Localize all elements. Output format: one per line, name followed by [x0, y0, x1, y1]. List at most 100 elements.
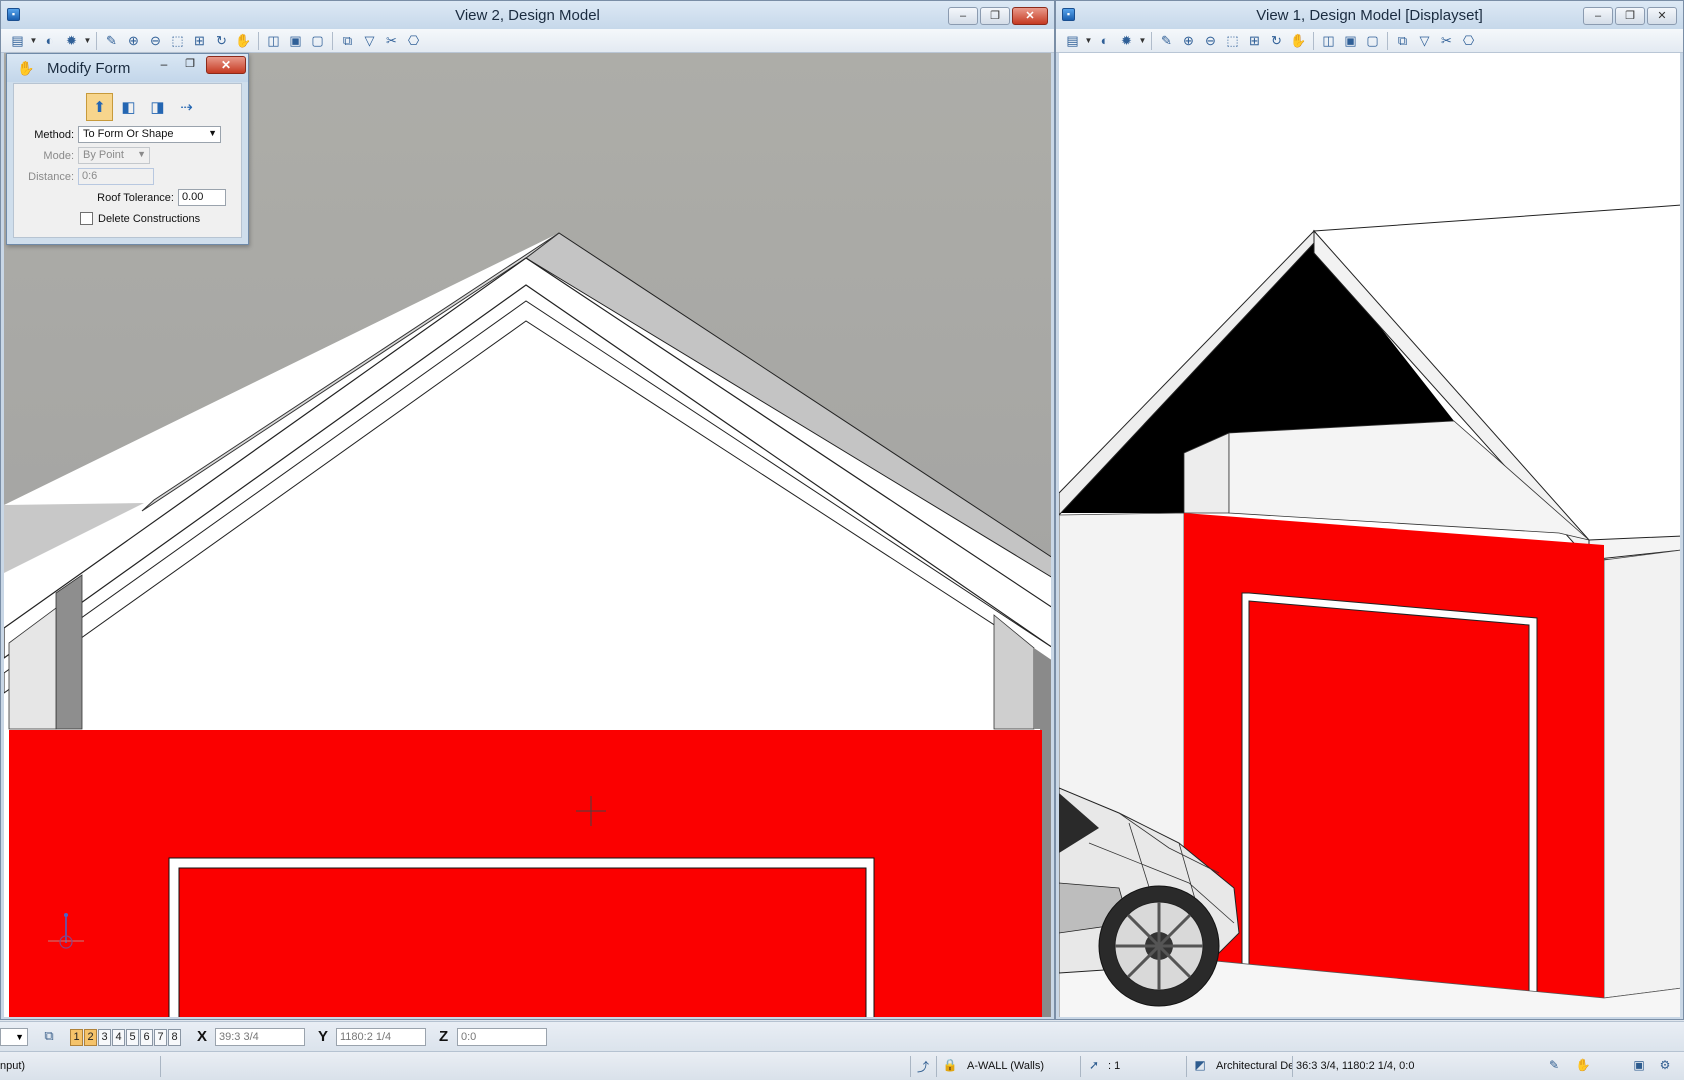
close-button[interactable]: ✕ — [206, 56, 246, 74]
offset-face-icon[interactable]: ⇢ — [173, 93, 200, 121]
lights-icon[interactable]: ✹ — [61, 31, 82, 51]
pan-view-icon[interactable]: ✋ — [233, 31, 254, 51]
move-face-icon[interactable]: ◧ — [115, 93, 142, 121]
distance-field[interactable]: 0:6 — [78, 168, 154, 185]
view-1-window[interactable]: ▪ View 1, Design Model [Displayset] – ❐ … — [1055, 0, 1684, 1020]
previous-view-icon[interactable]: ◫ — [1318, 31, 1339, 51]
modify-form-titlebar[interactable]: ✋ Modify Form – ❐ ✕ — [7, 54, 248, 82]
modify-form-body: ⬆ ◧ ◨ ⇢ Method: To Form Or Shape ▼ Mode: … — [13, 83, 242, 238]
modify-form-method-icon[interactable]: ⬆ — [86, 93, 113, 121]
accusnap-icon[interactable]: ⤴ — [914, 1058, 932, 1076]
minimize-button[interactable]: – — [153, 57, 175, 75]
view-2-title: View 2, Design Model — [455, 7, 600, 24]
copy-view-icon[interactable]: ▣ — [285, 31, 306, 51]
roof-tolerance-field[interactable]: 0.00 — [178, 189, 226, 206]
chevron-down-icon: ▼ — [208, 128, 217, 138]
fit-view-icon[interactable]: ⊞ — [1244, 31, 1265, 51]
cursor-location: 36:3 3/4, 1180:2 1/4, 0:0 — [1296, 1060, 1415, 1072]
chevron-down-icon[interactable]: ▼ — [1138, 31, 1147, 51]
chevron-down-icon[interactable]: ▼ — [1084, 31, 1093, 51]
lock-icon[interactable]: 🔒 — [941, 1058, 959, 1076]
view-1-drawing — [1059, 53, 1680, 1017]
clip-volume-icon[interactable]: ⧉ — [1392, 31, 1413, 51]
view-button-8[interactable]: 8 — [168, 1029, 181, 1046]
view-button-4[interactable]: 4 — [112, 1029, 125, 1046]
view-button-6[interactable]: 6 — [140, 1029, 153, 1046]
z-label: Z — [439, 1028, 449, 1045]
fit-view-icon[interactable]: ⊞ — [189, 31, 210, 51]
hand-icon[interactable]: ✋ — [1574, 1058, 1592, 1076]
view-1-titlebar[interactable]: ▪ View 1, Design Model [Displayset] – ❐ … — [1056, 1, 1683, 29]
view-groups-icon[interactable]: ⧉ — [38, 1028, 60, 1046]
camera-icon[interactable]: ⎔ — [403, 31, 424, 51]
chevron-down-icon[interactable]: ▼ — [29, 31, 38, 51]
z-coordinate-field[interactable]: 0:0 — [457, 1028, 547, 1046]
view-button-7[interactable]: 7 — [154, 1029, 167, 1046]
minimize-button[interactable]: – — [948, 7, 978, 25]
next-view-icon[interactable]: ▢ — [1362, 31, 1383, 51]
display-filter-icon[interactable]: ▽ — [1414, 31, 1435, 51]
zoom-in-icon[interactable]: ⊕ — [123, 31, 144, 51]
distance-label: Distance: — [28, 171, 74, 183]
next-view-icon[interactable]: ▢ — [307, 31, 328, 51]
left-column — [55, 574, 83, 730]
notification-icon[interactable]: ✎ — [1545, 1058, 1563, 1076]
active-model[interactable]: Architectural De — [1216, 1060, 1292, 1072]
view-1-canvas[interactable] — [1059, 53, 1680, 1017]
copy-view-icon[interactable]: ▣ — [1340, 31, 1361, 51]
mode-select[interactable]: By Point ▼ — [78, 147, 150, 164]
chevron-down-icon[interactable]: ▼ — [83, 31, 92, 51]
modify-form-dialog[interactable]: ✋ Modify Form – ❐ ✕ ⬆ ◧ ◨ ⇢ Method: To F… — [6, 53, 249, 245]
lights-icon[interactable]: ✹ — [1116, 31, 1137, 51]
view-button-1[interactable]: 1 — [70, 1029, 83, 1046]
minimize-button[interactable]: – — [1583, 7, 1613, 25]
rotate-view-icon[interactable]: ↻ — [211, 31, 232, 51]
microstation-workspace: ▪ View 2, Design Model – ❐ ✕ ▤ ▼ ◐ ✹ ▼ ✎ ⊕ ⊖ ⬚… — [0, 0, 1684, 1080]
camera-icon[interactable]: ⎔ — [1458, 31, 1479, 51]
zoom-in-icon[interactable]: ⊕ — [1178, 31, 1199, 51]
restore-button[interactable]: ❐ — [980, 7, 1010, 25]
y-coordinate-field[interactable]: 1180:2 1/4 — [336, 1028, 426, 1046]
clip-volume-icon[interactable]: ⧉ — [337, 31, 358, 51]
modify-form-icon: ✋ — [17, 60, 35, 76]
close-button[interactable]: ✕ — [1647, 7, 1677, 25]
view-attributes-icon[interactable]: ▤ — [7, 31, 28, 51]
active-level[interactable]: A-WALL (Walls) — [967, 1060, 1044, 1072]
view-button-5[interactable]: 5 — [126, 1029, 139, 1046]
view-button-2[interactable]: 2 — [84, 1029, 97, 1046]
pan-view-icon[interactable]: ✋ — [1288, 31, 1309, 51]
clip-mask-icon[interactable]: ✂ — [381, 31, 402, 51]
view-2-titlebar[interactable]: ▪ View 2, Design Model – ❐ ✕ — [1, 1, 1054, 29]
extend-face-icon[interactable]: ◨ — [144, 93, 171, 121]
method-value: To Form Or Shape — [83, 128, 174, 140]
x-coordinate-field[interactable]: 39:3 3/4 — [215, 1028, 305, 1046]
view-2-window[interactable]: ▪ View 2, Design Model – ❐ ✕ ▤ ▼ ◐ ✹ ▼ ✎ ⊕ ⊖ ⬚… — [0, 0, 1055, 1020]
restore-button[interactable]: ❐ — [1615, 7, 1645, 25]
print-icon[interactable]: ▣ — [1630, 1058, 1648, 1076]
zoom-out-icon[interactable]: ⊖ — [145, 31, 166, 51]
previous-view-icon[interactable]: ◫ — [263, 31, 284, 51]
chevron-down-icon: ▼ — [137, 149, 146, 159]
display-style-icon[interactable]: ◐ — [39, 31, 60, 51]
delete-constructions-checkbox[interactable] — [80, 212, 93, 225]
method-select[interactable]: To Form Or Shape ▼ — [78, 126, 221, 143]
view-group-dropdown[interactable]: ▼ — [0, 1028, 28, 1046]
modify-form-title: Modify Form — [47, 60, 131, 77]
settings-icon[interactable]: ⚙ — [1656, 1058, 1674, 1076]
view-attributes-icon[interactable]: ▤ — [1062, 31, 1083, 51]
y-label: Y — [318, 1028, 329, 1045]
update-view-icon[interactable]: ✎ — [101, 31, 122, 51]
zoom-out-icon[interactable]: ⊖ — [1200, 31, 1221, 51]
window-area-icon[interactable]: ⬚ — [167, 31, 188, 51]
rotate-view-icon[interactable]: ↻ — [1266, 31, 1287, 51]
window-area-icon[interactable]: ⬚ — [1222, 31, 1243, 51]
method-label: Method: — [34, 129, 74, 141]
update-view-icon[interactable]: ✎ — [1156, 31, 1177, 51]
display-style-icon[interactable]: ◐ — [1094, 31, 1115, 51]
clip-mask-icon[interactable]: ✂ — [1436, 31, 1457, 51]
restore-button[interactable]: ❐ — [179, 57, 201, 75]
display-filter-icon[interactable]: ▽ — [359, 31, 380, 51]
view-button-3[interactable]: 3 — [98, 1029, 111, 1046]
close-button[interactable]: ✕ — [1012, 7, 1048, 25]
selection-count: : 1 — [1108, 1060, 1121, 1072]
